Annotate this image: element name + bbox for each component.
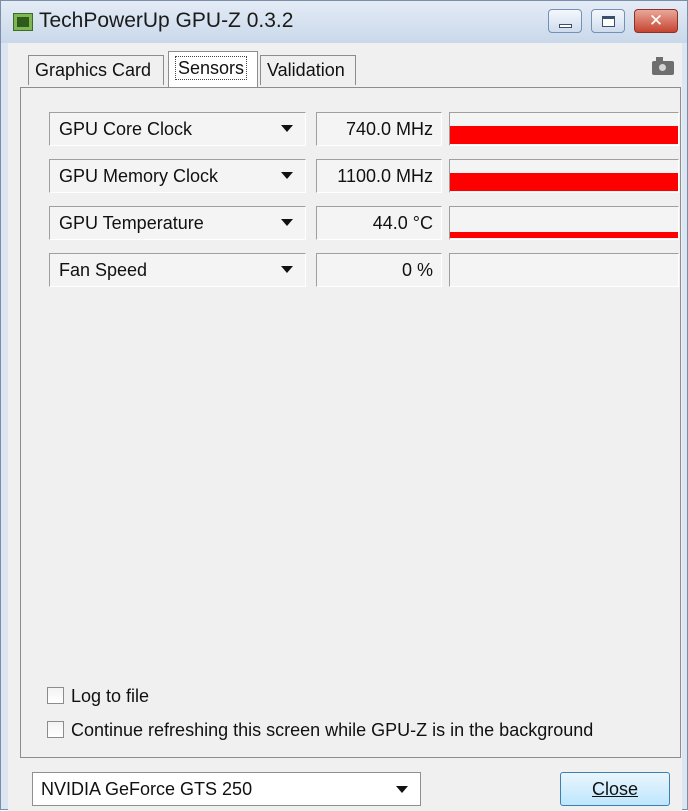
gpu-select-value: NVIDIA GeForce GTS 250 (41, 779, 253, 799)
close-button-label: Close (591, 779, 639, 799)
checkbox-label: Continue refreshing this screen while GP… (71, 720, 594, 740)
sensor-graph (449, 253, 679, 287)
tab-sensors[interactable]: Sensors (168, 51, 258, 87)
sensor-value: 740.0 MHz (316, 112, 442, 146)
chevron-down-icon (281, 125, 293, 132)
maximize-button[interactable] (591, 9, 625, 33)
sensor-row: GPU Temperature 44.0 °C (21, 206, 682, 240)
sensors-panel: GPU Core Clock 740.0 MHz GPU Memory Cloc… (20, 87, 681, 758)
sensor-value: 44.0 °C (316, 206, 442, 240)
continue-refreshing-checkbox[interactable] (47, 721, 64, 738)
sensor-row: GPU Core Clock 740.0 MHz (21, 112, 682, 146)
camera-icon[interactable] (652, 57, 674, 75)
chevron-down-icon (281, 219, 293, 226)
tab-label: Graphics Card (35, 60, 152, 80)
sensor-select[interactable]: GPU Core Clock (49, 112, 306, 146)
app-icon (13, 13, 33, 31)
tab-label: Validation (267, 60, 345, 80)
close-button[interactable]: Close (560, 772, 670, 806)
sensor-select[interactable]: GPU Memory Clock (49, 159, 306, 193)
sensor-graph (449, 159, 679, 193)
minimize-icon (559, 24, 572, 28)
sensor-graph (449, 112, 679, 146)
sensor-select[interactable]: Fan Speed (49, 253, 306, 287)
sensor-row: GPU Memory Clock 1100.0 MHz (21, 159, 682, 193)
sensor-graph-fill (450, 126, 678, 144)
tab-strip: Graphics Card Sensors Validation (8, 43, 682, 89)
client-area: Graphics Card Sensors Validation GPU Cor… (8, 43, 682, 811)
log-to-file-checkbox[interactable] (47, 687, 64, 704)
sensor-name: GPU Core Clock (59, 119, 193, 139)
sensor-graph-fill (450, 173, 678, 191)
sensor-name: Fan Speed (59, 260, 148, 280)
sensor-name: GPU Memory Clock (59, 166, 219, 186)
sensor-graph-fill (450, 231, 678, 238)
sensor-select[interactable]: GPU Temperature (49, 206, 306, 240)
tab-graphics-card[interactable]: Graphics Card (28, 55, 164, 85)
minimize-button[interactable] (548, 9, 582, 33)
chevron-down-icon (281, 266, 293, 273)
sensor-graph (449, 206, 679, 240)
sensor-name: GPU Temperature (59, 213, 204, 233)
chevron-down-icon (281, 172, 293, 179)
checkbox-label: Log to file (71, 686, 150, 706)
gpuz-window: TechPowerUp GPU-Z 0.3.2 ✕ Graphics Card … (0, 0, 688, 811)
tab-validation[interactable]: Validation (260, 55, 356, 85)
sensor-value: 1100.0 MHz (316, 159, 442, 193)
sensor-value: 0 % (316, 253, 442, 287)
window-title: TechPowerUp GPU-Z 0.3.2 (39, 9, 294, 32)
maximize-icon (602, 16, 615, 27)
title-bar[interactable]: TechPowerUp GPU-Z 0.3.2 ✕ (1, 1, 687, 43)
sensor-row: Fan Speed 0 % (21, 253, 682, 287)
close-window-button[interactable]: ✕ (634, 9, 678, 33)
gpu-select[interactable]: NVIDIA GeForce GTS 250 (32, 772, 421, 806)
close-icon: ✕ (648, 11, 664, 30)
tab-label: Sensors (175, 56, 248, 80)
chevron-down-icon (396, 786, 408, 793)
